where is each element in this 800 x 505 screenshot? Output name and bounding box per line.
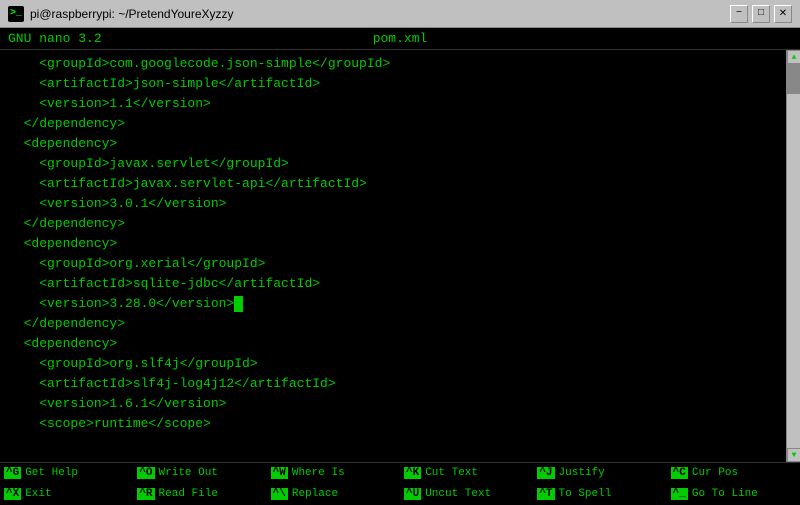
title-bar-left: >_ pi@raspberrypi: ~/PretendYoureXyzzy [8,6,234,22]
footer-label-cuttext: Cut Text [425,467,478,479]
title-bar: >_ pi@raspberrypi: ~/PretendYoureXyzzy −… [0,0,800,28]
nano-filename: pom.xml [373,31,428,46]
footer-key-backslash: ^\ [271,488,288,500]
footer-key-u: ^U [404,488,421,500]
editor-line-18: <version>1.6.1</version> [0,394,800,414]
footer-label-gotoline: Go To Line [692,488,758,500]
editor-line-14: </dependency> [0,314,800,334]
editor-line-4: </dependency> [0,114,800,134]
editor-line-5: <dependency> [0,134,800,154]
footer-label-whereis: Where Is [292,467,345,479]
editor-line-7: <artifactId>javax.servlet-api</artifactI… [0,174,800,194]
editor-line-2: <artifactId>json-simple</artifactId> [0,74,800,94]
editor-line-20 [0,434,800,454]
footer-item-curpos[interactable]: ^C Cur Pos [667,463,800,483]
editor-line-8: <version>3.0.1</version> [0,194,800,214]
editor-line-13: <version>3.28.0</version> [0,294,800,314]
footer-label-uncuttext: Uncut Text [425,488,491,500]
footer-key-c: ^C [671,467,688,479]
window-title: pi@raspberrypi: ~/PretendYoureXyzzy [30,7,234,21]
editor-line-11: <groupId>org.xerial</groupId> [0,254,800,274]
footer-item-gethelp[interactable]: ^G Get Help [0,463,133,483]
footer-label-tospell: To Spell [559,488,612,500]
editor-line-16: <groupId>org.slf4j</groupId> [0,354,800,374]
footer-key-k: ^K [404,467,421,479]
close-button[interactable]: ✕ [774,5,792,23]
footer-key-g: ^G [4,467,21,479]
editor-line-9: </dependency> [0,214,800,234]
terminal-icon: >_ [8,6,24,22]
footer-key-r: ^R [137,488,154,500]
cursor [234,296,243,312]
scrollbar[interactable]: ▲ ▼ [786,50,800,462]
nano-header: GNU nano 3.2 pom.xml [0,28,800,50]
footer-label-exit: Exit [25,488,51,500]
editor-line-12: <artifactId>sqlite-jdbc</artifactId> [0,274,800,294]
footer-key-w: ^W [271,467,288,479]
footer-key-o: ^O [137,467,154,479]
editor-line-15: <dependency> [0,334,800,354]
footer-item-gotoline[interactable]: ^_ Go To Line [667,484,800,504]
editor-line-19: <scope>runtime</scope> [0,414,800,434]
footer-item-cuttext[interactable]: ^K Cut Text [400,463,533,483]
window-controls: − □ ✕ [730,5,792,23]
footer-item-exit[interactable]: ^X Exit [0,484,133,504]
footer-key-j: ^J [537,467,554,479]
scrollbar-thumb[interactable] [787,64,800,94]
footer-key-underscore: ^_ [671,488,688,500]
editor-line-3: <version>1.1</version> [0,94,800,114]
footer-item-tospell[interactable]: ^T To Spell [533,484,666,504]
footer-item-writeout[interactable]: ^O Write Out [133,463,266,483]
editor-line-1: <groupId>com.googlecode.json-simple</gro… [0,54,800,74]
footer-item-replace[interactable]: ^\ Replace [267,484,400,504]
footer-label-curpos: Cur Pos [692,467,738,479]
footer-label-readfile: Read File [159,488,218,500]
nano-version: GNU nano 3.2 [8,31,102,46]
editor-area[interactable]: <groupId>com.googlecode.json-simple</gro… [0,50,800,462]
maximize-button[interactable]: □ [752,5,770,23]
editor-line-10: <dependency> [0,234,800,254]
footer-item-readfile[interactable]: ^R Read File [133,484,266,504]
editor-line-6: <groupId>javax.servlet</groupId> [0,154,800,174]
footer-key-t: ^T [537,488,554,500]
editor-line-17: <artifactId>slf4j-log4j12</artifactId> [0,374,800,394]
footer-item-uncuttext[interactable]: ^U Uncut Text [400,484,533,504]
scrollbar-up-button[interactable]: ▲ [787,50,800,64]
footer-bar: ^G Get Help ^O Write Out ^W Where Is ^K … [0,462,800,505]
scrollbar-down-button[interactable]: ▼ [787,448,800,462]
footer-key-x: ^X [4,488,21,500]
footer-label-justify: Justify [559,467,605,479]
footer-label-replace: Replace [292,488,338,500]
footer-label-gethelp: Get Help [25,467,78,479]
minimize-button[interactable]: − [730,5,748,23]
footer-label-writeout: Write Out [159,467,218,479]
footer-item-justify[interactable]: ^J Justify [533,463,666,483]
footer-item-whereis[interactable]: ^W Where Is [267,463,400,483]
